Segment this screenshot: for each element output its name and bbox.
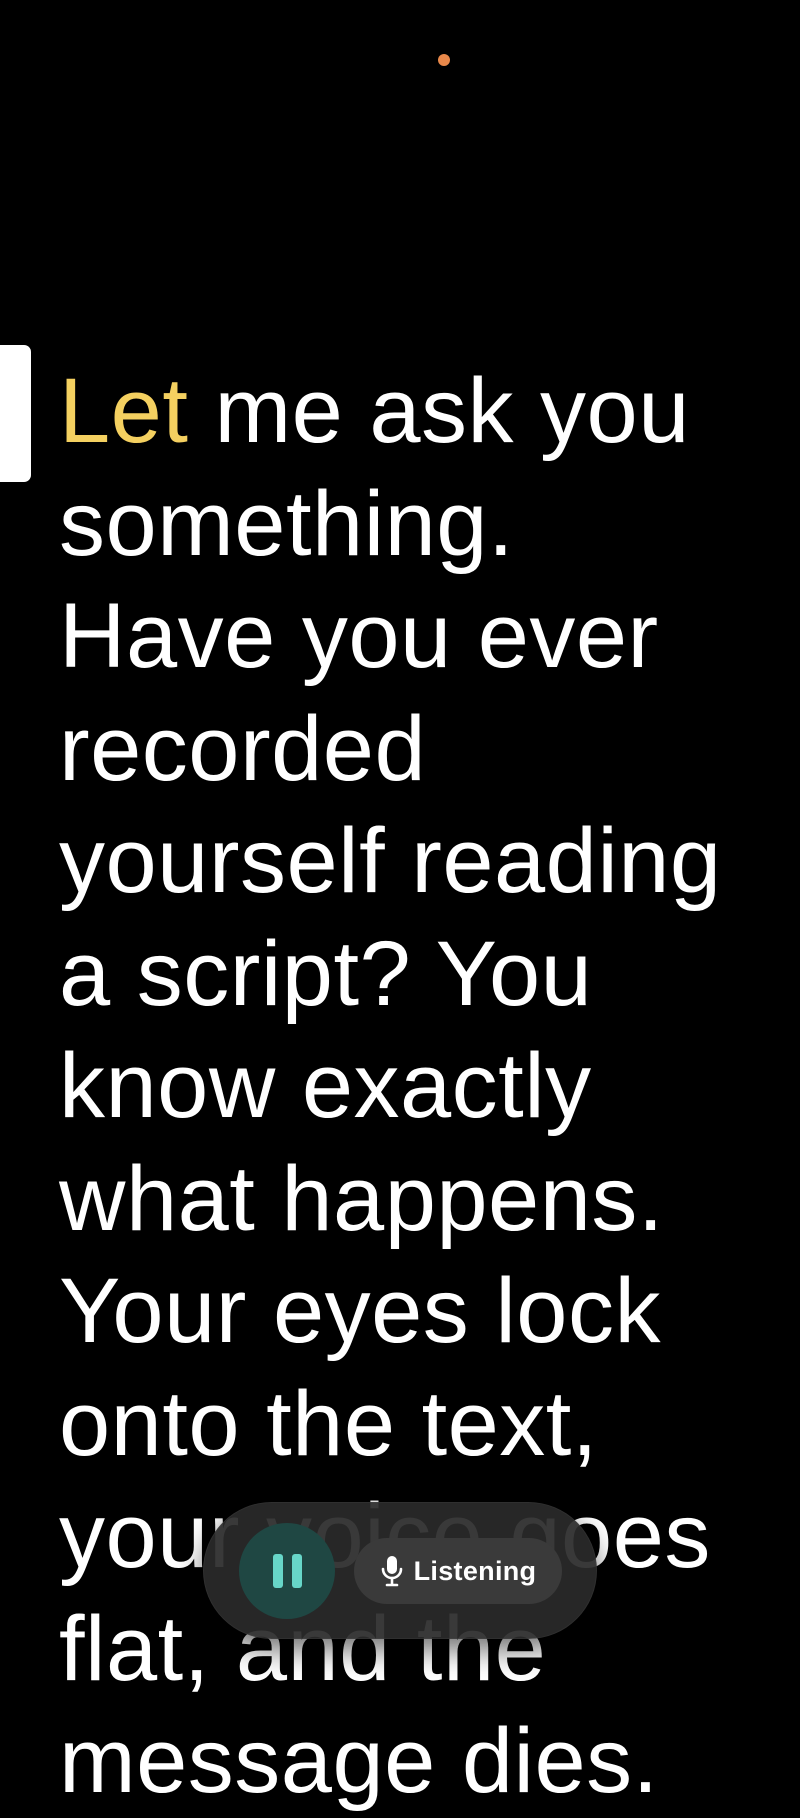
microphone-icon (381, 1556, 402, 1587)
listening-status-chip[interactable]: Listening (354, 1538, 562, 1604)
pause-icon (291, 1554, 302, 1588)
listening-label: Listening (413, 1555, 537, 1586)
pause-icon (272, 1554, 283, 1588)
camera-indicator-dot (438, 54, 450, 66)
pause-button[interactable] (239, 1523, 335, 1619)
playback-control-bar: Listening (203, 1502, 597, 1639)
current-word-highlight: Let (59, 360, 189, 462)
current-line-marker (0, 345, 31, 482)
